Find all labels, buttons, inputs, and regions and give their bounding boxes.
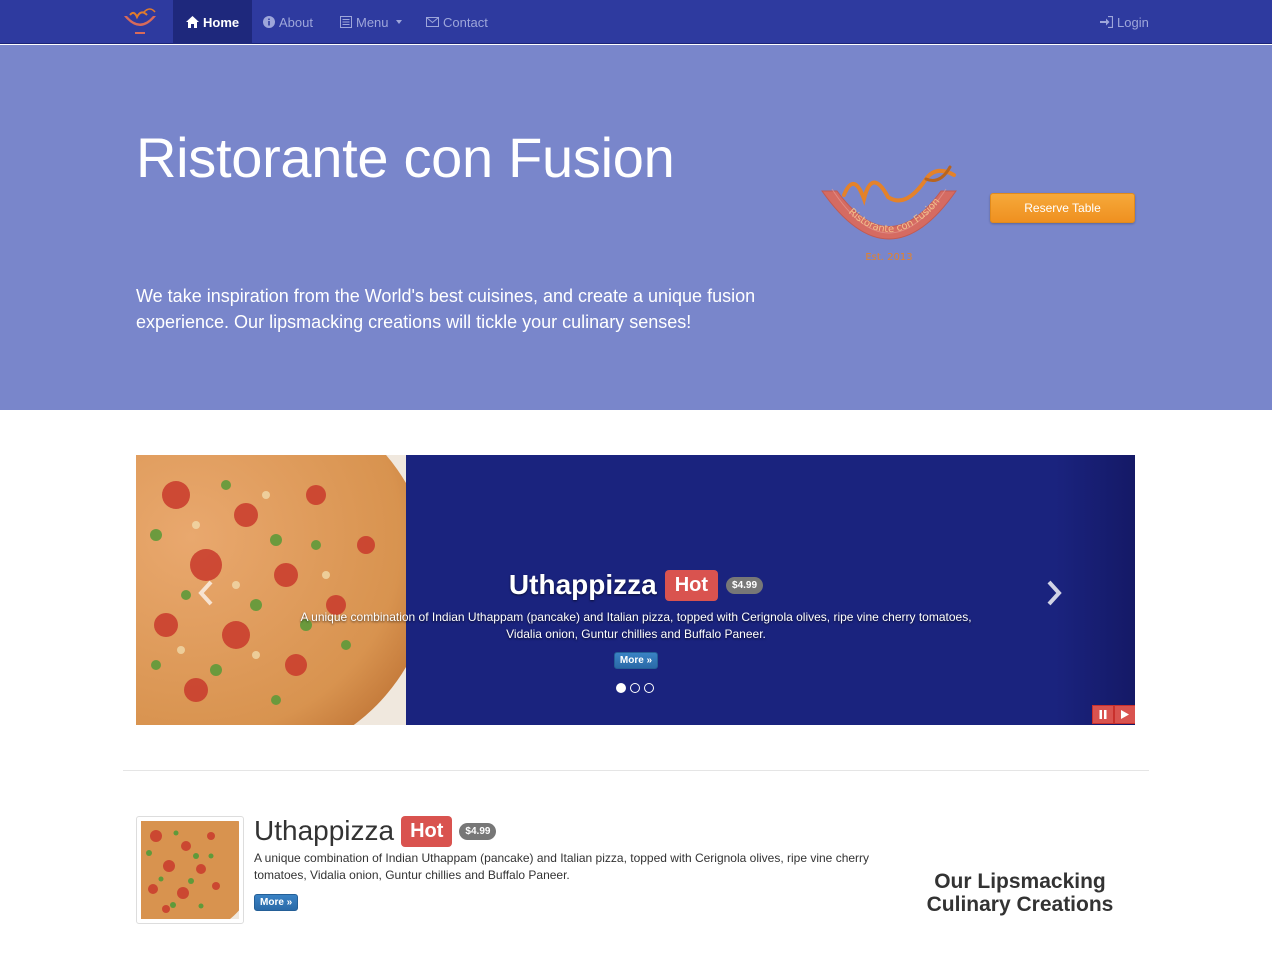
carousel-dish-description: A unique combination of Indian Uthappam … [300,610,972,641]
nav-login-label: Login [1117,14,1149,30]
featured-dish-title: Uthappizza [254,815,395,846]
jumbotron: Ristorante con Fusion We take inspiratio… [0,45,1272,410]
nav-menu-label: Menu [356,14,389,30]
dish-thumbnail [106,796,256,936]
info-circle-icon [263,16,275,28]
reserve-table-button[interactable]: Reserve Table [990,193,1135,223]
section-divider [123,770,1149,771]
restaurant-logo: Ristorante con Fusion Est. 2013 [821,165,957,263]
brand-logo[interactable] [120,6,160,38]
list-icon [340,16,352,28]
pause-icon [1099,710,1107,719]
carousel-caption: Uthappizza Hot $4.99 A unique combinatio… [286,565,986,669]
nav-login[interactable]: Login [1100,0,1149,44]
featured-dish-heading: Uthappizza Hot $4.99 [254,812,497,850]
nav-home[interactable]: Home [173,0,253,44]
page-title: Ristorante con Fusion [136,126,675,189]
featured-dish-description: A unique combination of Indian Uthappam … [254,851,870,882]
jumbotron-tagline: We take inspiration from the World's bes… [136,286,756,332]
carousel-more-button[interactable]: More » [613,652,659,669]
price-badge: $4.99 [459,822,497,840]
play-button[interactable] [1114,705,1135,724]
carousel-indicator[interactable] [616,683,626,693]
envelope-icon [426,17,439,27]
carousel-next-control[interactable] [1046,580,1062,613]
carousel-caption-heading: Uthappizza Hot $4.99 [286,565,986,605]
carousel-indicator[interactable] [644,683,654,693]
hot-badge: Hot [401,815,453,847]
home-icon [186,16,199,28]
featured-carousel: Uthappizza Hot $4.99 A unique combinatio… [136,455,1135,725]
sign-in-icon [1100,16,1113,28]
chevron-down-icon [395,20,402,24]
carousel-dish-title: Uthappizza [508,569,657,600]
carousel-indicators [616,683,654,693]
carousel-playback-controls [1092,705,1135,724]
price-badge: $4.99 [726,576,764,594]
carousel-indicator[interactable] [630,683,640,693]
nav-home-label: Home [203,14,240,30]
carousel-right-shade [1055,455,1135,725]
chevron-right-icon [1047,580,1062,606]
play-icon [1121,710,1129,719]
navbar: Home About Menu Contact Login [0,0,1272,44]
section-heading: Our Lipsmacking Culinary Creations [926,870,1114,916]
logo-est-text: Est. 2013 [865,252,912,263]
chevron-left-icon [198,580,213,606]
nav-about[interactable]: About [263,0,313,44]
pause-button[interactable] [1092,705,1114,724]
nav-menu-dropdown[interactable]: Menu [340,0,402,44]
carousel-prev-control[interactable] [198,580,214,613]
nav-about-label: About [279,14,313,30]
featured-more-button[interactable]: More » [254,894,299,911]
hot-badge: Hot [664,569,719,601]
nav-contact-label: Contact [443,14,488,30]
nav-contact[interactable]: Contact [426,0,488,44]
uthappizza-thumbnail-image [106,796,256,936]
